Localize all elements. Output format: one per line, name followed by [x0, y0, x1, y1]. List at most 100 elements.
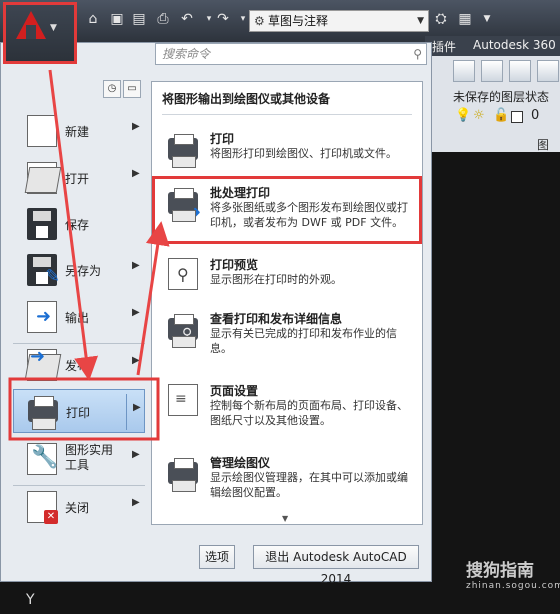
recent-documents-icon[interactable]: ◷ — [103, 80, 121, 98]
redo-icon[interactable]: ↷ — [214, 10, 232, 28]
chevron-right-icon: ▶ — [132, 168, 140, 179]
publish-icon: ➜ — [27, 346, 57, 381]
chevron-down-icon: ▼ — [417, 16, 424, 26]
layer-tool-icon[interactable] — [509, 60, 531, 82]
menu-item-save-as[interactable]: ✎ 另存为 ▶ — [13, 248, 145, 292]
submenu-item-batch-plot[interactable]: ➜ 批处理打印 将多张图纸或多个图形发布到绘图仪或打印机，或者发布为 DWF 或… — [152, 176, 422, 248]
layer-value: 0 — [531, 108, 540, 123]
menu-item-print[interactable]: 打印 ▶ — [13, 389, 145, 433]
open-documents-icon[interactable]: ▭ — [123, 80, 141, 98]
open-icon[interactable]: ⌂ — [84, 10, 102, 28]
submenu-item-description: 控制每个新布局的页面布局、打印设备、图纸尺寸以及其他设置。 — [210, 399, 408, 427]
export-icon: ➜ — [27, 301, 57, 333]
search-input[interactable]: 搜索命令 ⚲ — [155, 43, 427, 65]
menu-item-label: 保存 — [65, 218, 90, 232]
drawing-area[interactable] — [425, 152, 560, 614]
batch-plot-icon: ➜ — [168, 188, 201, 223]
layer-dropdown[interactable]: 💡 ☼ 🔓 0 — [455, 108, 560, 128]
printer-icon — [28, 396, 58, 430]
submenu-item-page-setup[interactable]: ≡ 页面设置 控制每个新布局的页面布局、打印设备、图纸尺寸以及其他设置。 — [152, 380, 422, 446]
menu-item-open[interactable]: 打开 ▶ — [13, 156, 145, 200]
tab-plugin[interactable]: 插件 — [432, 38, 456, 55]
close-document-icon: ✕ — [27, 491, 58, 524]
menu-item-label: 另存为 — [65, 264, 102, 278]
match-properties-icon[interactable]: ⛭ — [432, 10, 450, 28]
layer-tool-icon[interactable] — [453, 60, 475, 82]
printer-icon — [168, 134, 198, 168]
watermark: 搜狗指南 zhinan.sogou.com — [466, 556, 560, 591]
submenu-item-title: 管理绘图仪 — [210, 456, 271, 470]
ucs-icon: Y — [26, 592, 35, 608]
save-as-icon: ✎ — [27, 254, 60, 287]
layer-tool-icon[interactable] — [481, 60, 503, 82]
submenu-item-description: 显示图形在打印时的外观。 — [210, 273, 342, 286]
menu-item-label: 图形实用工具 — [65, 443, 114, 472]
chevron-right-icon: ▶ — [132, 449, 140, 460]
lightbulb-icon: 💡 — [455, 108, 472, 123]
menu-item-label: 发布 — [65, 359, 90, 373]
application-menu-button[interactable]: ▼ — [6, 3, 74, 61]
scroll-down-icon[interactable]: ▼ — [282, 514, 288, 523]
autocad-logo-icon — [16, 11, 46, 39]
magnifier-icon: ⚲ — [168, 258, 198, 290]
menu-item-export[interactable]: ➜ 输出 ▶ — [13, 295, 145, 339]
chevron-right-icon: ▶ — [132, 260, 140, 271]
chevron-down-icon: ▼ — [50, 23, 57, 33]
menu-item-publish[interactable]: ➜ 发布 ▶ — [13, 343, 145, 387]
gear-icon: ⚙ — [254, 14, 265, 28]
print-icon[interactable]: ⎙ — [154, 10, 172, 28]
search-icon: ⚲ — [413, 47, 422, 61]
menu-item-save[interactable]: 保存 — [13, 202, 145, 246]
submenu-title: 将图形输出到绘图仪或其他设备 — [162, 92, 331, 106]
page-setup-icon: ≡ — [168, 384, 198, 416]
menu-item-label: 新建 — [65, 125, 90, 139]
submenu-item-title: 打印预览 — [210, 258, 259, 272]
save-icon[interactable]: ▣ — [108, 10, 126, 28]
sun-icon: ☼ — [473, 108, 485, 123]
workspace-selector[interactable]: ⚙ 草图与注释 ▼ — [249, 10, 429, 32]
new-document-icon — [27, 115, 57, 147]
submenu-divider — [162, 114, 412, 115]
layer-tool-icon[interactable] — [537, 60, 559, 82]
menu-item-label: 关闭 — [65, 501, 90, 515]
menu-item-label: 输出 — [65, 311, 90, 325]
chevron-right-icon: ▶ — [132, 307, 140, 318]
menu-item-close[interactable]: ✕ 关闭 ▶ — [13, 485, 145, 529]
save-disk-icon — [27, 208, 57, 240]
menu-item-drawing-utilities[interactable]: 🔧 图形实用工具 ▶ — [13, 437, 145, 481]
plot-icon[interactable]: ▦ — [456, 10, 474, 28]
layer-state-dropdown[interactable]: 未保存的图层状态 — [453, 88, 549, 105]
submenu-item-plot-details[interactable]: ⚲ 查看打印和发布详细信息 显示有关已完成的打印和发布作业的信息。 — [152, 308, 422, 374]
exit-autocad-button[interactable]: 退出 Autodesk AutoCAD 2014 — [253, 545, 419, 586]
drawing-area-bottom[interactable] — [0, 580, 425, 614]
submenu-item-title: 打印 — [210, 132, 235, 146]
ribbon-tabs: 插件 Autodesk 360 — [425, 36, 560, 56]
tab-autodesk-360[interactable]: Autodesk 360 — [473, 38, 556, 52]
menu-item-label: 打开 — [65, 172, 90, 186]
workspace-name: 草图与注释 — [268, 14, 329, 28]
undo-icon[interactable]: ↶ — [178, 10, 196, 28]
open-folder-icon — [27, 162, 57, 194]
toolbar-dropdown-icon[interactable]: ▼ — [478, 10, 496, 28]
submenu-item-title: 页面设置 — [210, 384, 259, 398]
chevron-right-icon: ▶ — [132, 355, 140, 366]
plot-details-icon: ⚲ — [168, 314, 198, 348]
lock-icon: 🔓 — [493, 108, 510, 123]
submenu-item-title: 查看打印和发布详细信息 — [210, 312, 343, 326]
submenu-item-manage-plotters[interactable]: 管理绘图仪 显示绘图仪管理器，在其中可以添加或编辑绘图仪配置。 — [152, 452, 422, 518]
search-placeholder: 搜索命令 — [162, 47, 211, 61]
save-as-icon[interactable]: ▤ — [130, 10, 148, 28]
submenu-item-description: 将多张图纸或多个图形发布到绘图仪或打印机，或者发布为 DWF 或 PDF 文件。 — [210, 201, 408, 229]
submenu-item-description: 显示有关已完成的打印和发布作业的信息。 — [210, 327, 397, 355]
chevron-right-icon: ▶ — [132, 497, 140, 508]
submenu-item-title: 批处理打印 — [210, 186, 271, 200]
options-button[interactable]: 选项 — [199, 545, 235, 569]
watermark-text: 搜狗指南 — [466, 561, 534, 581]
split-divider — [126, 394, 127, 430]
wrench-icon: 🔧 — [27, 443, 58, 475]
menu-item-new[interactable]: 新建 ▶ — [13, 109, 145, 153]
submenu-item-description: 将图形打印到绘图仪、打印机或文件。 — [210, 147, 397, 160]
watermark-url: zhinan.sogou.com — [466, 581, 560, 591]
color-swatch — [511, 111, 523, 123]
ribbon-layer-panel: 未保存的图层状态 💡 ☼ 🔓 0 图层 — [425, 56, 560, 169]
